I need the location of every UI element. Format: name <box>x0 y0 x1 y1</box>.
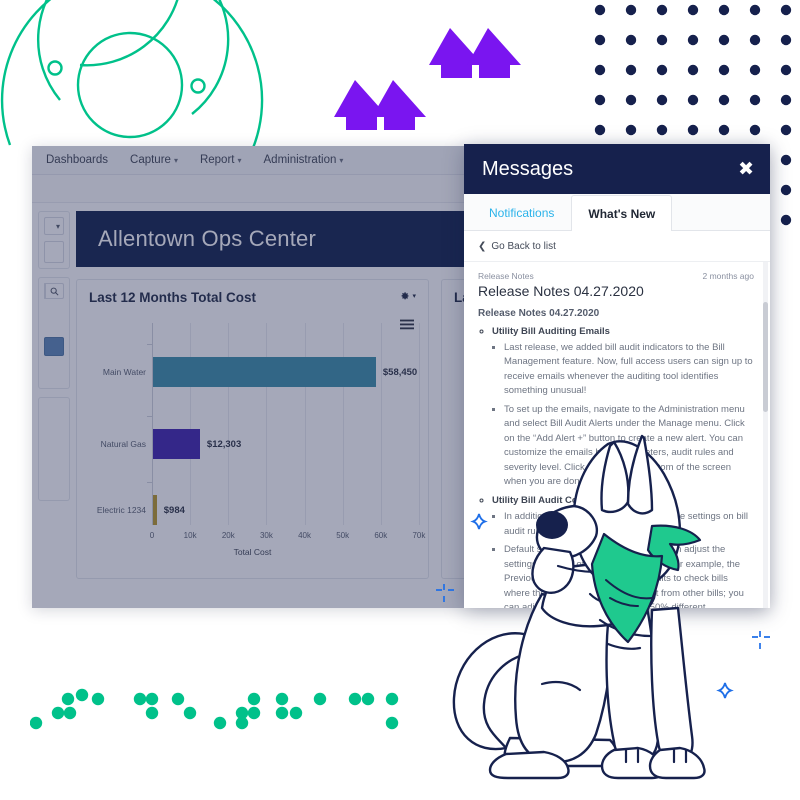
scrollbar-thumb[interactable] <box>763 302 768 412</box>
note-heading: Release Notes 04.27.2020 <box>478 283 644 299</box>
note-item: Default settings are applied, but users … <box>504 543 754 608</box>
go-back-label: Go Back to list <box>491 240 556 252</box>
note-item: To set up the emails, navigate to the Ad… <box>504 403 754 490</box>
note-subheading: Release Notes 04.27.2020 <box>478 308 600 319</box>
note-item: Last release, we added bill audit indica… <box>504 341 754 399</box>
arrow-triangles-icon <box>334 28 521 130</box>
tab-label: What's New <box>588 206 656 221</box>
note-item-list: In addition, full access users can adjus… <box>504 510 754 608</box>
modal-tabs: Notifications What's New <box>464 194 770 231</box>
ring-node-icon <box>47 60 63 76</box>
note-timestamp: 2 months ago <box>702 271 754 281</box>
note-item-list: Last release, we added bill audit indica… <box>504 341 754 489</box>
messages-modal: Messages ✖ Notifications What's New ❮ Go… <box>464 144 770 608</box>
close-icon[interactable]: ✖ <box>738 160 754 179</box>
note-section: Utility Bill Audit Configuration In addi… <box>492 495 754 608</box>
release-note-body: Release Notes 2 months ago Release Notes… <box>464 262 770 608</box>
tab-notifications[interactable]: Notifications <box>472 194 571 230</box>
modal-header: Messages ✖ <box>464 144 770 194</box>
note-category: Release Notes <box>478 271 534 281</box>
note-meta: Release Notes 2 months ago <box>478 271 754 281</box>
modal-title: Messages <box>482 157 574 180</box>
green-dot-scatter-icon <box>30 688 399 730</box>
tab-label: Notifications <box>489 205 555 220</box>
chevron-left-icon: ❮ <box>478 240 487 252</box>
canvas: Dashboards Capture ▾ Report ▾ Administrati… <box>0 0 800 800</box>
note-section-title: Utility Bill Auditing Emails <box>492 326 610 337</box>
note-section-list: Utility Bill Auditing Emails Last releas… <box>492 326 754 608</box>
note-item: In addition, full access users can adjus… <box>504 510 754 539</box>
note-section-title: Utility Bill Audit Configuration <box>492 495 628 507</box>
tab-whats-new[interactable]: What's New <box>571 195 673 231</box>
note-section: Utility Bill Auditing Emails Last releas… <box>492 326 754 489</box>
ring-node-icon <box>190 78 206 94</box>
go-back-to-list-link[interactable]: ❮ Go Back to list <box>464 231 770 262</box>
